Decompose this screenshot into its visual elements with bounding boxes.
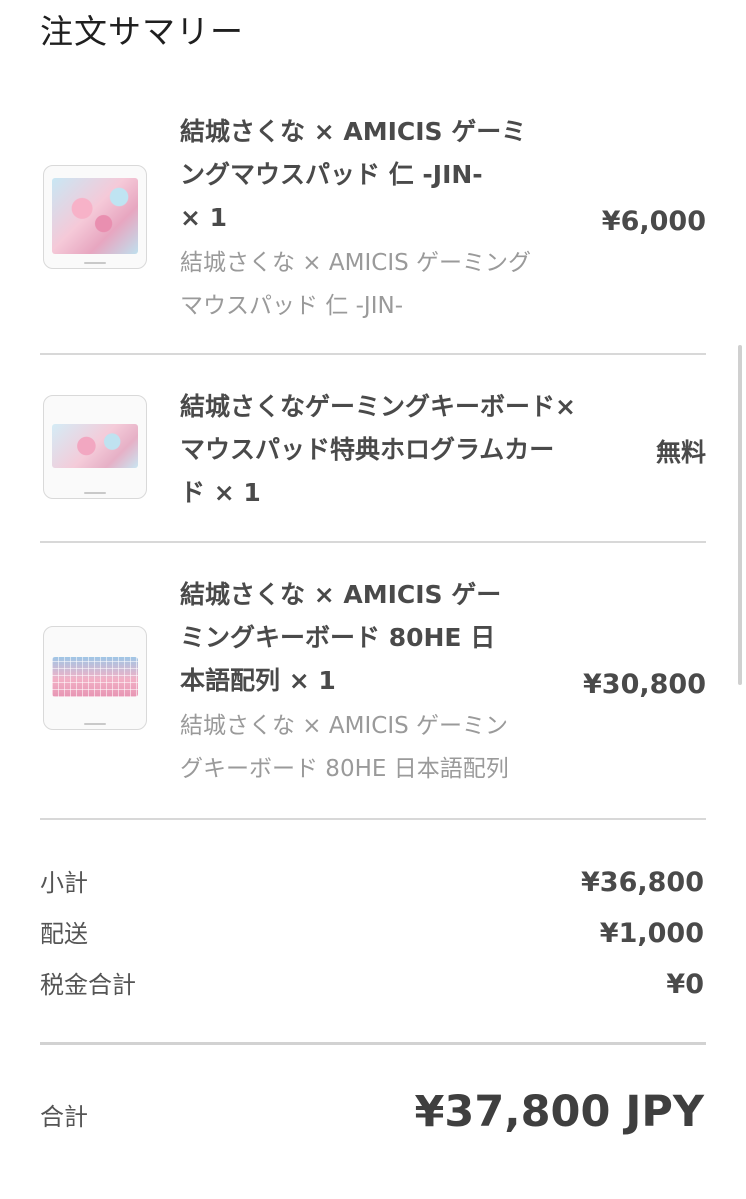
tax-row: 税金合計 ¥0 [40, 965, 704, 1005]
item-quantity: × 1 [180, 203, 228, 232]
shipping-value: ¥1,000 [599, 918, 704, 949]
item-title-line: ングマウスパッド 仁 -JIN- [180, 160, 483, 189]
tax-value: ¥0 [666, 969, 704, 1000]
hologram-card-artwork [52, 424, 138, 468]
item-variant-line: グキーボード 80HE 日本語配列 [180, 756, 509, 782]
item-divider [40, 541, 706, 543]
item-title-line: ミングキーボード 80HE 日 [180, 623, 496, 652]
subtotal-value: ¥36,800 [581, 867, 704, 898]
line-item-keyboard: 結城さくな × AMICIS ゲー ミングキーボード 80HE 日 本語配列 ×… [40, 573, 706, 803]
item-variant-line: 結城さくな × AMICIS ゲーミング [180, 250, 532, 276]
scrollbar[interactable] [738, 345, 742, 685]
total-value: ¥37,800 JPY [414, 1087, 704, 1137]
item-title-line: 結城さくな × AMICIS ゲー [180, 580, 502, 609]
keyboard-image [43, 626, 147, 730]
item-quantity: ド × 1 [180, 478, 261, 507]
tax-label: 税金合計 [40, 971, 136, 999]
keyboard-artwork [52, 657, 138, 697]
thumbnail-caption-bar [84, 492, 106, 494]
item-quantity: 本語配列 × 1 [180, 666, 336, 695]
subtotal-label: 小計 [40, 869, 88, 897]
item-title-line: 結城さくな × AMICIS ゲーミ [180, 117, 527, 146]
total-label: 合計 [40, 1103, 88, 1131]
item-title-line: マウスパッド特典ホログラムカー [180, 435, 555, 464]
item-price: 無料 [655, 438, 706, 467]
item-title-line: 結城さくなゲーミングキーボード× [180, 392, 576, 421]
item-price: ¥30,800 [583, 669, 706, 700]
item-divider [40, 353, 706, 355]
shipping-row: 配送 ¥1,000 [40, 914, 704, 954]
thumbnail-caption-bar [84, 262, 106, 264]
item-variant-line: マウスパッド 仁 -JIN- [180, 293, 403, 319]
mousepad-artwork [52, 178, 138, 254]
line-item-mousepad: 結城さくな × AMICIS ゲーミ ングマウスパッド 仁 -JIN- × 1 … [40, 110, 706, 350]
item-divider [40, 818, 706, 820]
hologram-card-image [43, 395, 147, 499]
page-title: 注文サマリー [40, 12, 244, 51]
item-variant-line: 結城さくな × AMICIS ゲーミン [180, 713, 509, 739]
shipping-label: 配送 [40, 920, 88, 948]
total-divider [40, 1042, 706, 1045]
mousepad-image [43, 165, 147, 269]
subtotal-row: 小計 ¥36,800 [40, 863, 704, 903]
item-price: ¥6,000 [601, 206, 706, 237]
thumbnail-caption-bar [84, 723, 106, 725]
line-item-hologram-card: 結城さくなゲーミングキーボード× マウスパッド特典ホログラムカー ド × 1 無… [40, 385, 706, 515]
